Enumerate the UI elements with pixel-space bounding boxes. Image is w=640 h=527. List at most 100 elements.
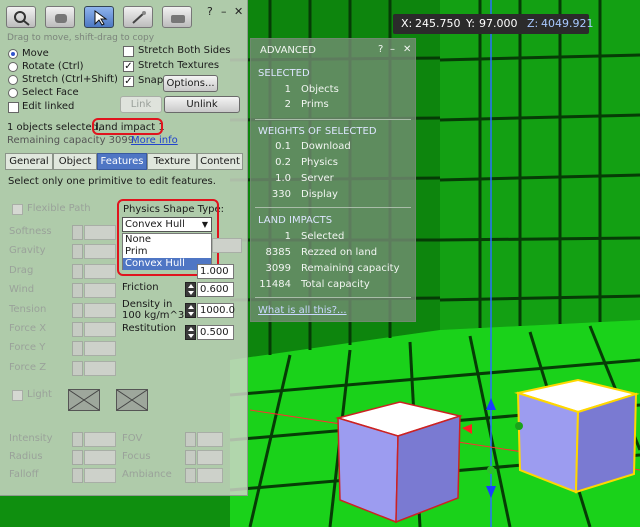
tension-field[interactable] xyxy=(84,303,116,318)
options-button[interactable]: Options... xyxy=(163,75,218,92)
friction-field[interactable]: 0.600 xyxy=(197,282,234,297)
tension-spinner[interactable] xyxy=(72,303,83,318)
z-value: 4049.921 xyxy=(541,17,594,30)
edit-tool-button[interactable] xyxy=(84,6,114,28)
tab-features[interactable]: Features xyxy=(97,153,147,170)
land-impact-highlight xyxy=(92,118,163,135)
bulldozer-icon xyxy=(171,15,185,23)
more-info-link[interactable]: More info xyxy=(131,135,178,147)
flexible-path-checkbox[interactable] xyxy=(12,204,23,215)
selected-cube-1[interactable] xyxy=(335,401,463,524)
radius-spinner[interactable] xyxy=(72,450,83,465)
force-x-field[interactable] xyxy=(84,322,116,337)
unlink-button[interactable]: Unlink xyxy=(164,96,240,113)
mode-select-face-radio[interactable] xyxy=(8,88,18,98)
select-prompt: Select only one primitive to edit featur… xyxy=(8,176,216,187)
minimize-icon[interactable]: – xyxy=(221,5,227,18)
focus-spinner[interactable] xyxy=(185,450,196,465)
what-is-this-link[interactable]: What is all this?... xyxy=(258,305,347,317)
wind-label: Wind xyxy=(9,284,35,295)
z-label: Z: xyxy=(527,17,539,30)
edit-linked-checkbox[interactable] xyxy=(8,102,19,113)
stretch-both-sides-checkbox[interactable] xyxy=(123,46,134,57)
land-tool-button[interactable] xyxy=(162,6,192,28)
selected-prims-count: 2 xyxy=(284,99,291,110)
mode-rotate-radio[interactable] xyxy=(8,62,18,72)
help-icon[interactable]: ? xyxy=(378,44,383,56)
softness-field[interactable] xyxy=(84,225,116,240)
force-z-spinner[interactable] xyxy=(72,361,83,376)
fov-spinner[interactable] xyxy=(185,432,196,447)
restitution-spinner[interactable] xyxy=(185,325,196,340)
tab-object[interactable]: Object xyxy=(53,153,97,170)
link-button[interactable]: Link xyxy=(120,96,162,113)
friction-spinner[interactable] xyxy=(185,282,196,297)
drag-field[interactable] xyxy=(84,264,116,279)
weight-physics-label: Physics xyxy=(301,157,338,168)
gravity-spinner[interactable] xyxy=(72,244,83,259)
tab-texture[interactable]: Texture xyxy=(147,153,197,170)
force-y-label: Force Y xyxy=(9,342,46,353)
density-label-line2: 100 kg/m^3 xyxy=(122,310,185,321)
light-texture-swatch-icon[interactable] xyxy=(116,389,148,411)
close-icon[interactable]: ✕ xyxy=(403,44,411,56)
divider xyxy=(255,119,411,120)
help-icon[interactable]: ? xyxy=(207,5,213,18)
build-floater: ? – ✕ Drag to move, shift-drag to copy M… xyxy=(0,0,248,496)
snap-checkbox[interactable]: ✓ xyxy=(123,76,134,87)
minimize-icon[interactable]: – xyxy=(390,44,395,56)
pivot-icon-2 xyxy=(487,466,495,474)
impact-total-label: Total capacity xyxy=(301,279,370,290)
ambiance-spinner[interactable] xyxy=(185,468,196,483)
fov-label: FOV xyxy=(122,433,143,444)
selected-header: SELECTED xyxy=(258,68,310,79)
friction-label: Friction xyxy=(122,282,159,293)
focus-field[interactable] xyxy=(197,450,223,465)
drag-spinner[interactable] xyxy=(72,264,83,279)
selected-cube-2[interactable] xyxy=(514,378,640,494)
edit-linked-label: Edit linked xyxy=(22,101,75,112)
hand-icon xyxy=(55,14,67,23)
intensity-spinner[interactable] xyxy=(72,432,83,447)
radius-field[interactable] xyxy=(84,450,116,465)
force-z-field[interactable] xyxy=(84,361,116,376)
mode-move-radio[interactable] xyxy=(8,49,18,59)
mode-stretch-radio[interactable] xyxy=(8,75,18,85)
weight-display-value: 330 xyxy=(271,189,291,200)
wind-spinner[interactable] xyxy=(72,283,83,298)
move-tool-button[interactable] xyxy=(45,6,75,28)
tab-content[interactable]: Content xyxy=(197,153,243,170)
force-y-spinner[interactable] xyxy=(72,341,83,356)
light-label: Light xyxy=(27,389,52,400)
advanced-title: ADVANCED xyxy=(260,45,316,56)
light-color-swatch-icon[interactable] xyxy=(68,389,100,411)
gravity-value-field[interactable]: 1.000 xyxy=(197,264,234,279)
gravity-field[interactable] xyxy=(84,244,116,259)
intensity-field[interactable] xyxy=(84,432,116,447)
drag-label: Drag xyxy=(9,265,34,276)
restitution-field[interactable]: 0.500 xyxy=(197,325,234,340)
force-y-field[interactable] xyxy=(84,341,116,356)
flexible-path-label: Flexible Path xyxy=(27,203,91,214)
density-field[interactable]: 1000.0 xyxy=(197,303,235,318)
ambiance-field[interactable] xyxy=(197,468,223,483)
force-x-spinner[interactable] xyxy=(72,322,83,337)
focus-tool-button[interactable] xyxy=(6,6,36,28)
density-spinner[interactable] xyxy=(185,303,196,318)
coordinates-bar: X: 245.750 Y: 97.000 Z: 4049.921 xyxy=(393,14,594,34)
divider xyxy=(255,207,411,208)
create-tool-button[interactable] xyxy=(123,6,153,28)
fov-field[interactable] xyxy=(197,432,223,447)
close-icon[interactable]: ✕ xyxy=(234,5,243,18)
divider xyxy=(255,297,411,298)
radius-label: Radius xyxy=(9,451,43,462)
wind-field[interactable] xyxy=(84,283,116,298)
material-select[interactable] xyxy=(212,238,242,253)
stretch-textures-checkbox[interactable]: ✓ xyxy=(123,61,134,72)
falloff-spinner[interactable] xyxy=(72,468,83,483)
light-checkbox[interactable] xyxy=(12,390,23,401)
falloff-field[interactable] xyxy=(84,468,116,483)
tab-general[interactable]: General xyxy=(5,153,53,170)
magnifier-icon xyxy=(14,11,30,26)
softness-spinner[interactable] xyxy=(72,225,83,240)
